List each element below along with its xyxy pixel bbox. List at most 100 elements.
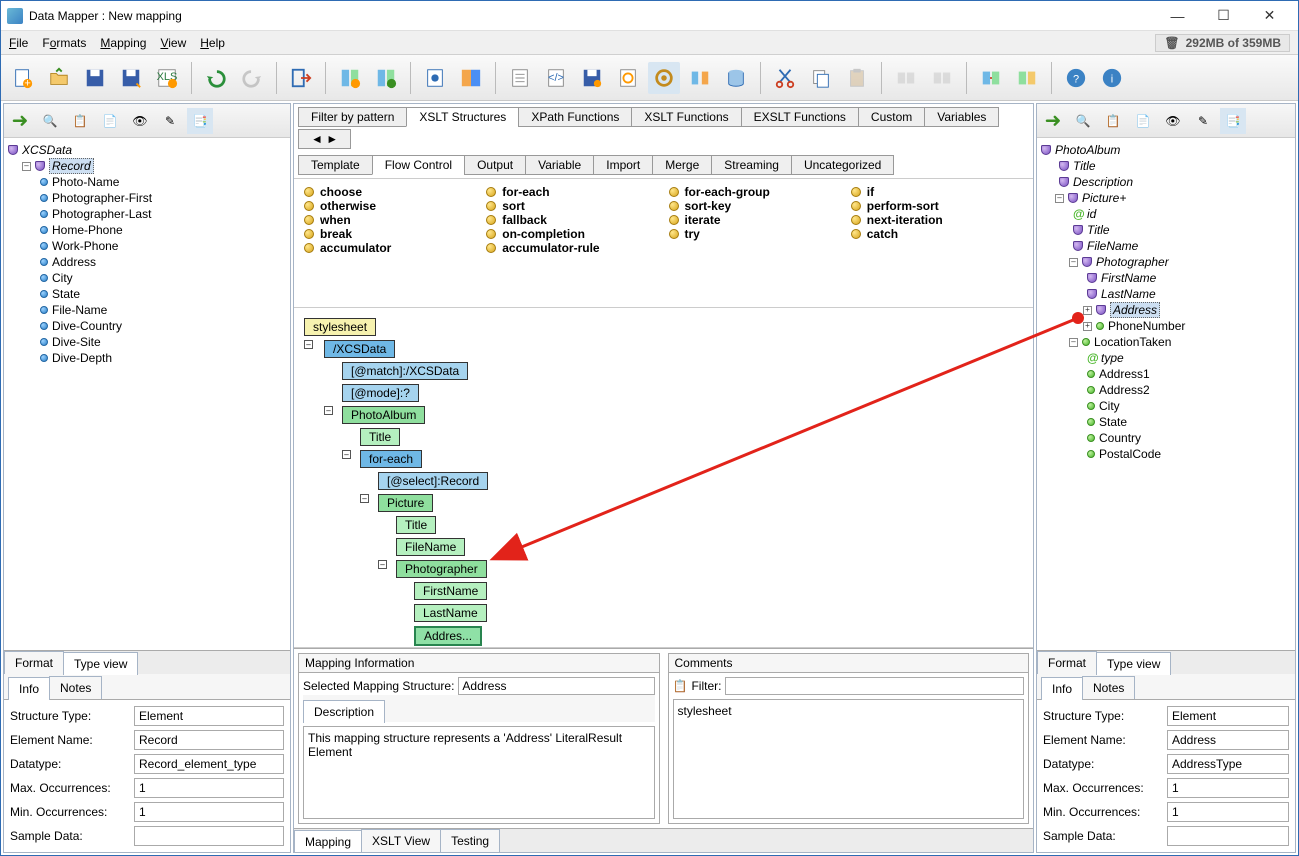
left-tree-item[interactable]: State: [52, 287, 80, 301]
flow-item[interactable]: sort-key: [669, 199, 841, 213]
sub-tab[interactable]: Uncategorized: [791, 155, 894, 175]
left-info-elemname[interactable]: [134, 730, 284, 750]
flow-item[interactable]: when: [304, 213, 476, 227]
tool-e-icon[interactable]: [504, 62, 536, 94]
selected-structure-input[interactable]: [458, 677, 654, 695]
top-tab[interactable]: XSLT Structures: [406, 107, 519, 127]
rt-desc[interactable]: Description: [1073, 175, 1133, 189]
node-match[interactable]: [@match]:/XCSData: [342, 362, 468, 380]
rt-filename[interactable]: FileName: [1087, 239, 1138, 253]
right-tab-notes[interactable]: Notes: [1082, 676, 1135, 699]
rt-state[interactable]: State: [1099, 415, 1127, 429]
right-info-sample[interactable]: [1167, 826, 1289, 846]
tool-h-icon[interactable]: [612, 62, 644, 94]
bottom-tab[interactable]: XSLT View: [361, 829, 441, 852]
maximize-button[interactable]: ☐: [1201, 2, 1246, 30]
left-info-min[interactable]: [134, 802, 284, 822]
top-tab[interactable]: Variables: [924, 107, 999, 127]
tool-k-icon[interactable]: [890, 62, 922, 94]
rt-ltype[interactable]: type: [1101, 351, 1124, 365]
db-icon[interactable]: [720, 62, 752, 94]
right-info-elemname[interactable]: [1167, 730, 1289, 750]
sub-tab[interactable]: Variable: [525, 155, 594, 175]
right-info-max[interactable]: [1167, 778, 1289, 798]
left-tree-item[interactable]: City: [52, 271, 73, 285]
left-add-icon[interactable]: ➜: [7, 108, 33, 134]
rt-location[interactable]: LocationTaken: [1094, 335, 1171, 349]
top-tab[interactable]: EXSLT Functions: [741, 107, 859, 127]
left-info-sample[interactable]: [134, 826, 284, 846]
redo-icon[interactable]: [236, 62, 268, 94]
left-tree[interactable]: XCSData –Record Photo-NamePhotographer-F…: [4, 138, 290, 650]
rt-phone[interactable]: PhoneNumber: [1108, 319, 1185, 333]
sub-tab[interactable]: Import: [593, 155, 653, 175]
left-search-icon[interactable]: 🔍: [37, 108, 63, 134]
undo-icon[interactable]: [200, 62, 232, 94]
description-tab[interactable]: Description: [303, 700, 385, 723]
right-t2-icon[interactable]: 📄: [1130, 108, 1156, 134]
left-t3-icon[interactable]: 👁: [127, 108, 153, 134]
flow-item[interactable]: accumulator-rule: [486, 241, 658, 255]
flow-item[interactable]: choose: [304, 185, 476, 199]
close-button[interactable]: ✕: [1247, 2, 1292, 30]
node-xcsdata[interactable]: /XCSData: [324, 340, 395, 358]
flow-item[interactable]: for-each-group: [669, 185, 841, 199]
flow-item[interactable]: break: [304, 227, 476, 241]
left-tree-item[interactable]: File-Name: [52, 303, 107, 317]
tab-scroll[interactable]: ◄ ►: [298, 129, 351, 149]
left-tree-item[interactable]: Address: [52, 255, 96, 269]
flow-item[interactable]: next-iteration: [851, 213, 1023, 227]
flow-item[interactable]: on-completion: [486, 227, 658, 241]
flow-item[interactable]: otherwise: [304, 199, 476, 213]
info-icon[interactable]: i: [1096, 62, 1128, 94]
rt-addr1[interactable]: Address1: [1099, 367, 1150, 381]
bottom-tab[interactable]: Mapping: [294, 830, 362, 853]
left-tree-item[interactable]: Work-Phone: [52, 239, 118, 253]
left-t5-icon[interactable]: 📑: [187, 108, 213, 134]
left-tree-item[interactable]: Dive-Site: [52, 335, 101, 349]
minimize-button[interactable]: —: [1155, 2, 1200, 30]
filter-input[interactable]: [725, 677, 1024, 695]
tool-c-icon[interactable]: [419, 62, 451, 94]
flow-item[interactable]: iterate: [669, 213, 841, 227]
right-info-structtype[interactable]: [1167, 706, 1289, 726]
xls-icon[interactable]: XLS: [151, 62, 183, 94]
right-tree[interactable]: PhotoAlbum Title Description –Picture+ @…: [1037, 138, 1295, 650]
right-t4-icon[interactable]: ✎: [1190, 108, 1216, 134]
rt-city[interactable]: City: [1099, 399, 1120, 413]
left-tree-item[interactable]: Home-Phone: [52, 223, 123, 237]
left-tree-item[interactable]: Photographer-First: [52, 191, 152, 205]
memory-indicator[interactable]: 🗑 292MB of 359MB: [1155, 34, 1290, 52]
exit-icon[interactable]: [285, 62, 317, 94]
left-tab-typeview[interactable]: Type view: [63, 652, 138, 675]
paste-icon[interactable]: [841, 62, 873, 94]
flow-item[interactable]: sort: [486, 199, 658, 213]
top-tab[interactable]: XPath Functions: [518, 107, 632, 127]
right-info-datatype[interactable]: [1167, 754, 1289, 774]
rt-postal[interactable]: PostalCode: [1099, 447, 1161, 461]
node-picture[interactable]: Picture: [378, 494, 433, 512]
right-t3-icon[interactable]: 👁: [1160, 108, 1186, 134]
node-title2[interactable]: Title: [396, 516, 436, 534]
tool-l-icon[interactable]: [926, 62, 958, 94]
sub-tab[interactable]: Merge: [652, 155, 712, 175]
rt-picture[interactable]: Picture+: [1082, 191, 1126, 205]
node-filename[interactable]: FileName: [396, 538, 465, 556]
tool-f-icon[interactable]: </>: [540, 62, 572, 94]
tool-i-icon[interactable]: [648, 62, 680, 94]
tool-d-icon[interactable]: [455, 62, 487, 94]
menu-view[interactable]: View: [160, 36, 186, 50]
node-foreach[interactable]: for-each: [360, 450, 422, 468]
right-t5-icon[interactable]: 📑: [1220, 108, 1246, 134]
flow-item[interactable]: if: [851, 185, 1023, 199]
left-t1-icon[interactable]: 📋: [67, 108, 93, 134]
node-mode[interactable]: [@mode]:?: [342, 384, 419, 402]
menu-file[interactable]: File: [9, 36, 28, 50]
sub-tab[interactable]: Output: [464, 155, 526, 175]
node-select[interactable]: [@select]:Record: [378, 472, 488, 490]
right-add-icon[interactable]: ➜: [1040, 108, 1066, 134]
node-photographer[interactable]: Photographer: [396, 560, 487, 578]
open-icon[interactable]: [43, 62, 75, 94]
left-tab-format[interactable]: Format: [4, 651, 64, 674]
left-tree-item[interactable]: Photographer-Last: [52, 207, 151, 221]
